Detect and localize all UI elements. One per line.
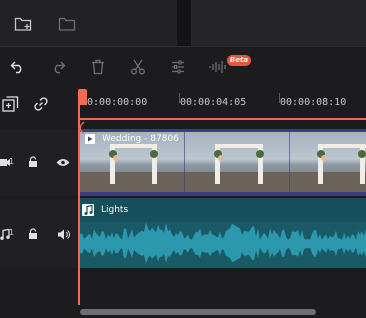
lock-icon[interactable] bbox=[27, 228, 39, 240]
audio-waveform bbox=[80, 222, 366, 264]
redo-icon[interactable] bbox=[48, 57, 68, 77]
play-range-indicator bbox=[80, 118, 366, 120]
eye-icon[interactable] bbox=[56, 157, 70, 167]
ruler-timecode: 00:00:04:05 bbox=[180, 97, 247, 108]
new-folder-icon[interactable] bbox=[14, 16, 32, 32]
delete-icon[interactable] bbox=[88, 57, 108, 77]
video-track-number: 1 bbox=[9, 157, 15, 166]
music-note-icon bbox=[82, 204, 94, 216]
ruler-timecode: 00:00:08:10 bbox=[280, 97, 347, 108]
playhead-marker bbox=[78, 120, 90, 146]
lock-icon[interactable] bbox=[27, 156, 39, 168]
ruler-timecode: 00:00:00:00 bbox=[81, 97, 148, 108]
video-clip-title: Wedding - 87806 bbox=[102, 134, 179, 144]
speaker-icon[interactable] bbox=[56, 228, 70, 240]
undo-icon[interactable] bbox=[8, 57, 28, 77]
preview-panel bbox=[191, 0, 366, 46]
adjust-icon[interactable] bbox=[168, 57, 188, 77]
panel-divider[interactable] bbox=[177, 0, 191, 46]
playhead-handle[interactable] bbox=[78, 89, 87, 105]
cut-icon[interactable] bbox=[128, 57, 148, 77]
add-track-icon[interactable] bbox=[1, 95, 19, 113]
scrollbar-thumb[interactable] bbox=[80, 309, 316, 315]
audio-track-number: 1 bbox=[9, 228, 15, 237]
beta-badge: Beta bbox=[227, 55, 251, 66]
folder-icon[interactable] bbox=[58, 16, 76, 32]
link-icon[interactable] bbox=[32, 95, 50, 113]
audio-wave-icon[interactable] bbox=[208, 57, 228, 77]
audio-clip-title: Lights bbox=[101, 205, 129, 215]
